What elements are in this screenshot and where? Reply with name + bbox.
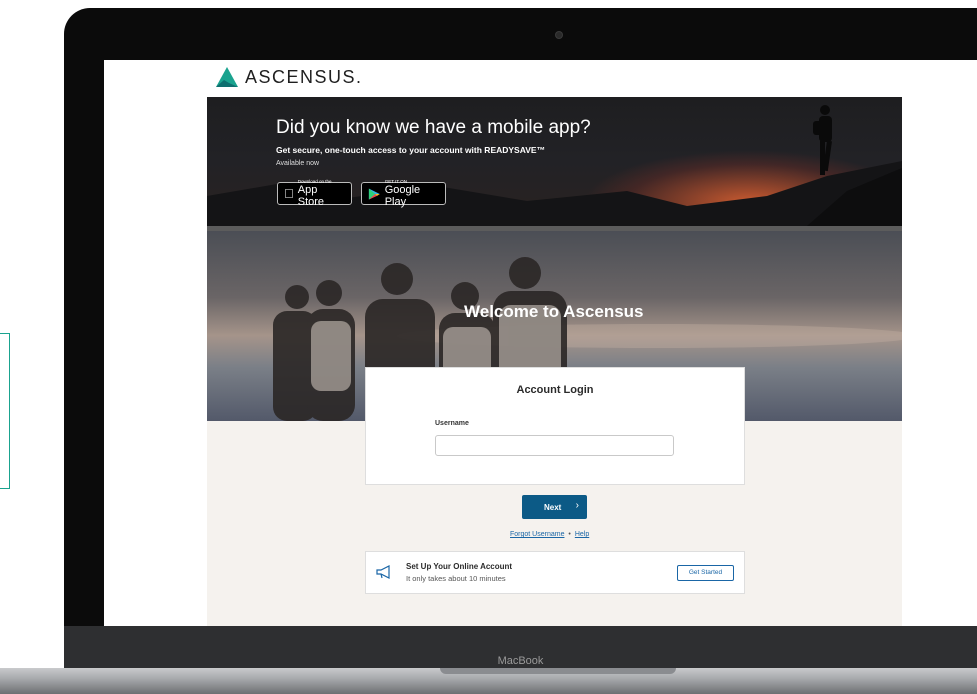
next-button[interactable]: Next › xyxy=(522,495,587,519)
banner-availability: Available now xyxy=(276,160,320,167)
login-title: Account Login xyxy=(516,384,594,396)
username-label: Username xyxy=(435,420,469,427)
setup-title: Set Up Your Online Account xyxy=(406,562,513,571)
megaphone-icon xyxy=(376,565,390,579)
link-separator: • xyxy=(568,531,571,538)
setup-account-panel: Set Up Your Online Account It only takes… xyxy=(365,551,745,594)
help-link[interactable]: Help xyxy=(575,531,589,538)
google-play-icon xyxy=(368,188,380,199)
username-input[interactable] xyxy=(435,435,674,456)
brand-logo[interactable]: ASCENSUS. xyxy=(215,62,363,92)
chevron-right-icon: › xyxy=(575,500,579,511)
get-started-button[interactable]: Get Started xyxy=(677,565,734,581)
camera-dot xyxy=(556,32,562,38)
forgot-username-link[interactable]: Forgot Username xyxy=(510,531,564,538)
brand-name: ASCENSUS. xyxy=(245,66,363,87)
banner-subtitle: Get secure, one-touch access to your acc… xyxy=(276,145,546,155)
hero-title: Welcome to Ascensus xyxy=(464,302,644,321)
device-label: MacBook xyxy=(497,655,544,667)
app-store-label: App Store xyxy=(288,184,337,208)
login-card: Account Login Username xyxy=(365,367,745,485)
next-button-label: Next xyxy=(544,502,562,512)
hiker-silhouette xyxy=(813,105,832,175)
help-links: Forgot Username • Help xyxy=(510,531,589,538)
ascensus-logo-icon xyxy=(216,67,238,87)
google-play-label: Google Play xyxy=(384,184,421,208)
banner-title: Did you know we have a mobile app? xyxy=(276,117,591,138)
laptop-notch xyxy=(440,668,676,674)
setup-subtitle: It only takes about 10 minutes xyxy=(406,574,506,583)
google-play-button[interactable]: GET IT ON Google Play xyxy=(361,179,446,208)
app-store-button[interactable]:  Download on the App Store xyxy=(277,179,352,208)
apple-icon:  xyxy=(284,187,294,200)
decorative-frame xyxy=(0,333,10,489)
